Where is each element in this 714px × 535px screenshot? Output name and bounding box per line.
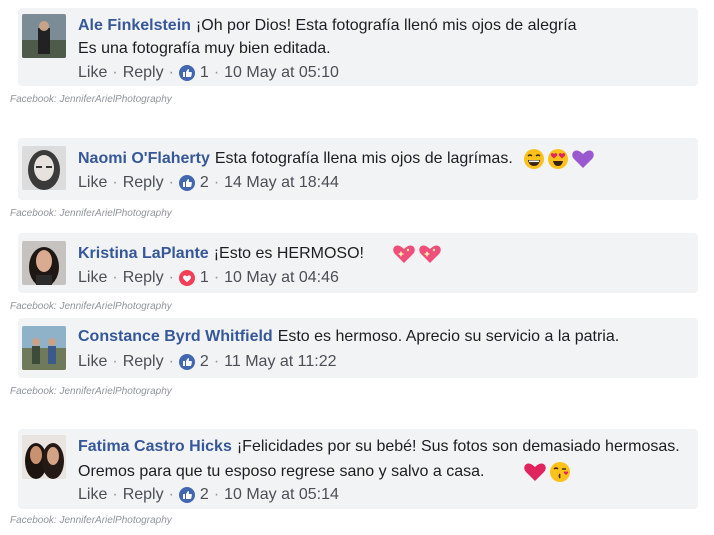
commenter-name[interactable]: Constance Byrd Whitfield xyxy=(78,328,273,345)
separator: · xyxy=(168,486,174,503)
avatar[interactable] xyxy=(22,326,66,370)
sparkling-heart-icon xyxy=(393,245,416,263)
kissing-face-icon xyxy=(549,462,570,482)
love-icon[interactable] xyxy=(178,270,195,286)
separator: · xyxy=(213,64,220,81)
comment-text: Esto es hermoso. Aprecio su servicio a l… xyxy=(277,328,620,345)
commenter-name[interactable]: Kristina LaPlante xyxy=(78,245,209,262)
like-icon[interactable] xyxy=(178,175,195,191)
separator: · xyxy=(168,269,174,286)
timestamp[interactable]: 10 May at 04:46 xyxy=(224,269,339,287)
comment-1: Ale Finkelstein ¡Oh por Dios! Esta fotogr… xyxy=(10,8,704,105)
photo-credit: Facebook: JenniferArielPhotography xyxy=(10,515,172,526)
purple-heart-icon xyxy=(572,150,594,168)
separator: · xyxy=(168,174,174,191)
separator: · xyxy=(213,486,220,503)
reply-link[interactable]: Reply xyxy=(123,174,164,192)
emoji-group xyxy=(392,243,442,265)
comment-3: Kristina LaPlante ¡Esto es HERMOSO! Like … xyxy=(10,233,704,312)
red-heart-icon xyxy=(524,463,546,481)
reaction-count[interactable]: 1 xyxy=(200,269,209,287)
timestamp[interactable]: 11 May at 11:22 xyxy=(224,353,336,371)
like-link[interactable]: Like xyxy=(78,486,107,504)
like-link[interactable]: Like xyxy=(78,174,107,192)
comment-4: Constance Byrd Whitfield Esto es hermoso.… xyxy=(10,318,704,397)
separator: · xyxy=(112,486,118,503)
avatar[interactable] xyxy=(22,14,66,58)
separator: · xyxy=(112,174,118,191)
like-link[interactable]: Like xyxy=(78,269,107,287)
emoji-group xyxy=(523,461,571,483)
reaction-count[interactable]: 2 xyxy=(200,174,209,192)
comment-text: ¡Oh por Dios! Esta fotografía llenó mis … xyxy=(195,17,577,34)
separator: · xyxy=(168,353,174,370)
like-icon[interactable] xyxy=(178,487,195,503)
timestamp[interactable]: 10 May at 05:10 xyxy=(224,64,339,82)
separator: · xyxy=(112,269,118,286)
photo-credit: Facebook: JenniferArielPhotography xyxy=(10,386,172,397)
avatar[interactable] xyxy=(22,146,66,190)
emoji-group xyxy=(523,148,595,170)
comment-5: Fatima Castro Hicks ¡Felicidades por su b… xyxy=(10,429,704,526)
photo-credit: Facebook: JenniferArielPhotography xyxy=(10,208,172,219)
timestamp[interactable]: 14 May at 18:44 xyxy=(224,174,339,192)
comment-text: Esta fotografía llena mis ojos de lagrím… xyxy=(214,150,513,168)
avatar[interactable] xyxy=(22,241,66,285)
separator: · xyxy=(112,353,118,370)
like-icon[interactable] xyxy=(178,354,195,370)
like-link[interactable]: Like xyxy=(78,64,107,82)
commenter-name[interactable]: Naomi O'Flaherty xyxy=(78,150,210,167)
reply-link[interactable]: Reply xyxy=(123,486,164,504)
reply-link[interactable]: Reply xyxy=(123,64,164,82)
commenter-name[interactable]: Ale Finkelstein xyxy=(78,17,191,34)
sparkling-heart-icon xyxy=(419,245,442,263)
heart-eyes-icon xyxy=(548,149,569,169)
separator: · xyxy=(112,64,118,81)
like-icon[interactable] xyxy=(178,65,195,81)
avatar[interactable] xyxy=(22,435,66,479)
comment-text: ¡Felicidades por su bebé! Sus fotos son … xyxy=(236,438,680,455)
comment-text: ¡Esto es HERMOSO! xyxy=(213,245,364,263)
reaction-count[interactable]: 1 xyxy=(200,64,209,82)
grinning-face-icon xyxy=(524,149,545,169)
timestamp[interactable]: 10 May at 05:14 xyxy=(224,486,339,504)
separator: · xyxy=(213,174,220,191)
separator: · xyxy=(213,269,220,286)
photo-credit: Facebook: JenniferArielPhotography xyxy=(10,301,172,312)
photo-credit: Facebook: JenniferArielPhotography xyxy=(10,94,172,105)
reaction-count[interactable]: 2 xyxy=(200,353,209,371)
separator: · xyxy=(168,64,174,81)
comment-text-line2: Oremos para que tu esposo regrese sano y… xyxy=(78,463,485,481)
reply-link[interactable]: Reply xyxy=(123,353,164,371)
reply-link[interactable]: Reply xyxy=(123,269,164,287)
like-link[interactable]: Like xyxy=(78,353,107,371)
separator: · xyxy=(213,353,220,370)
reaction-count[interactable]: 2 xyxy=(200,486,209,504)
commenter-name[interactable]: Fatima Castro Hicks xyxy=(78,438,232,455)
comment-text-line2: Es una fotografía muy bien editada. xyxy=(78,40,331,57)
comment-2: Naomi O'Flaherty Esta fotografía llena mi… xyxy=(10,138,704,219)
